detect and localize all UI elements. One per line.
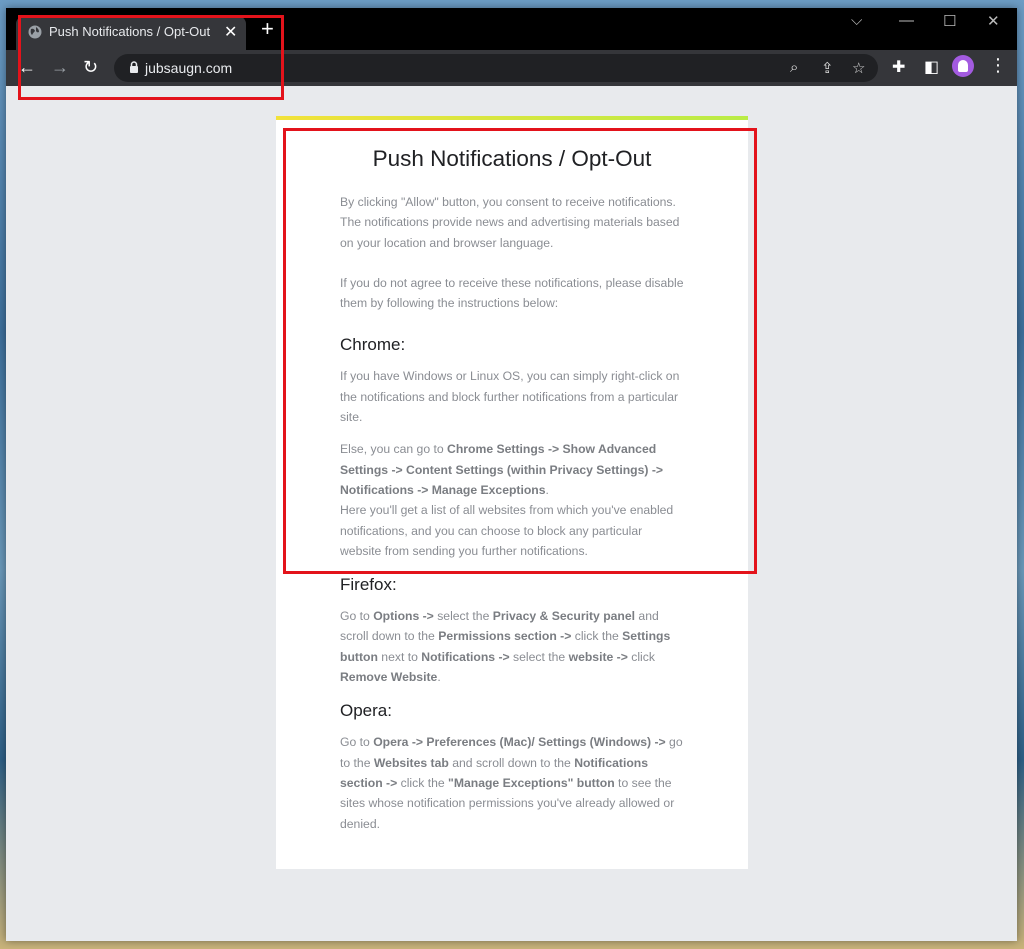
- intro-paragraph-1: By clicking "Allow" button, you consent …: [340, 195, 680, 250]
- chrome-paragraph-3: Here you'll get a list of all websites f…: [340, 503, 674, 558]
- accent-bar: [276, 116, 748, 120]
- firefox-paragraph: Go to Options -> select the Privacy & Se…: [340, 609, 671, 685]
- toolbar: ← → ↻ jubsaugn.com ⌕ ⇪ ☆ ✚ ◧ ⋮: [6, 50, 1017, 86]
- page-title: Push Notifications / Opt-Out: [372, 146, 652, 171]
- bookmark-star-icon[interactable]: ☆: [852, 59, 865, 77]
- extensions-icon[interactable]: ✚: [892, 57, 905, 77]
- opera-paragraph: Go to Opera -> Preferences (Mac)/ Settin…: [340, 735, 683, 831]
- lock-icon: [130, 61, 138, 73]
- close-tab-icon[interactable]: ✕: [224, 22, 237, 42]
- chrome-heading: Chrome:: [340, 335, 406, 355]
- forward-button[interactable]: →: [51, 57, 69, 77]
- address-bar[interactable]: jubsaugn.com ⌕ ⇪ ☆: [114, 54, 878, 82]
- tab-search-icon[interactable]: ⌵: [851, 12, 862, 29]
- page-content: Push Notifications / Opt-Out By clicking…: [340, 146, 685, 834]
- reload-button[interactable]: ↻: [83, 57, 98, 77]
- tab-title: Push Notifications / Opt-Out: [49, 24, 211, 39]
- page-card: Push Notifications / Opt-Out By clicking…: [276, 116, 748, 869]
- chrome-paragraph-2: Else, you can go to Chrome Settings -> S…: [340, 442, 664, 497]
- zoom-icon[interactable]: ⌕: [790, 59, 798, 76]
- share-icon[interactable]: ⇪: [821, 59, 834, 77]
- back-button[interactable]: ←: [18, 57, 36, 77]
- active-tab[interactable]: Push Notifications / Opt-Out ✕: [16, 16, 246, 50]
- maximize-button[interactable]: ☐: [943, 12, 956, 30]
- minimize-button[interactable]: —: [899, 12, 914, 29]
- profile-avatar[interactable]: [952, 55, 974, 77]
- chrome-paragraph-1: If you have Windows or Linux OS, you can…: [340, 369, 680, 425]
- new-tab-button[interactable]: +: [261, 18, 274, 40]
- url-text: jubsaugn.com: [145, 60, 233, 76]
- menu-icon[interactable]: ⋮: [989, 55, 1007, 76]
- browser-window: Push Notifications / Opt-Out ✕ + ⌵ — ☐ ✕…: [6, 8, 1017, 941]
- opera-heading: Opera:: [340, 701, 392, 721]
- side-panel-icon[interactable]: ◧: [924, 57, 939, 77]
- intro-paragraph-2: If you do not agree to receive these not…: [340, 275, 684, 311]
- close-window-button[interactable]: ✕: [987, 12, 1000, 30]
- tab-strip: Push Notifications / Opt-Out ✕ + ⌵ — ☐ ✕: [6, 8, 1017, 50]
- firefox-heading: Firefox:: [340, 575, 397, 595]
- globe-icon: [28, 25, 42, 39]
